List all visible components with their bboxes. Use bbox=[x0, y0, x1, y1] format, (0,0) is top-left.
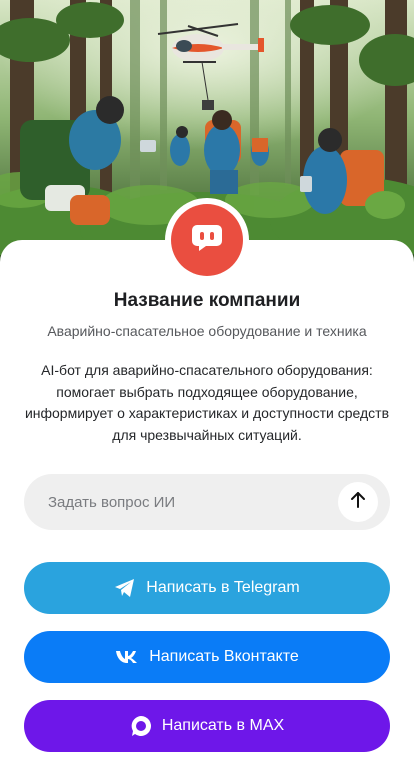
bot-description: AI-бот для аварийно-спасательного оборуд… bbox=[24, 362, 390, 443]
ask-ai-input[interactable] bbox=[48, 474, 328, 530]
company-subtitle: Аварийно-спасательное оборудование и тех… bbox=[47, 323, 367, 339]
max-button-label: Написать в MAX bbox=[161, 717, 285, 734]
company-name: Название компании bbox=[113, 290, 301, 311]
company-logo bbox=[171, 204, 243, 276]
vk-button-label: Написать Вконтакте bbox=[149, 648, 299, 665]
vk-icon bbox=[115, 650, 139, 664]
ask-ai-field bbox=[24, 474, 390, 530]
telegram-button-label: Написать в Telegram bbox=[146, 579, 300, 596]
arrow-up-icon bbox=[350, 491, 366, 514]
telegram-button[interactable]: Написать в Telegram bbox=[24, 562, 390, 614]
telegram-icon bbox=[114, 578, 136, 598]
vk-button[interactable]: Написать Вконтакте bbox=[24, 631, 390, 683]
send-button[interactable] bbox=[338, 482, 378, 522]
chat-bot-icon bbox=[190, 223, 224, 258]
max-button[interactable]: Написать в MAX bbox=[24, 700, 390, 752]
max-icon bbox=[130, 715, 152, 737]
